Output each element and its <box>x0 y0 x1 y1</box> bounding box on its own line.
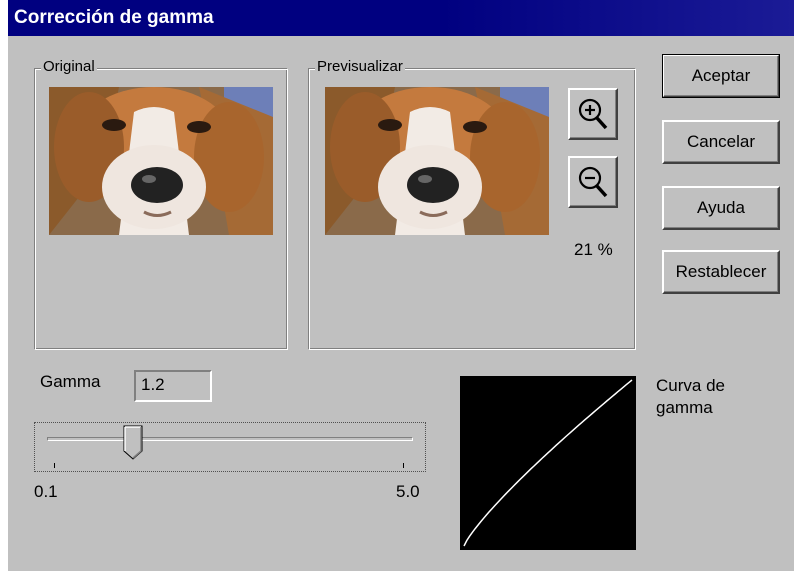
slider-thumb[interactable] <box>123 425 143 461</box>
zoom-level: 21 % <box>574 240 613 259</box>
cancel-button[interactable]: Cancelar <box>662 120 780 164</box>
gamma-correction-dialog: Corrección de gamma Original Previsualiz… <box>8 0 794 571</box>
slider-max-label: 5.0 <box>396 482 420 501</box>
curve-label-line1: Curva de <box>656 376 725 395</box>
zoom-out-button[interactable] <box>568 156 618 208</box>
zoom-in-button[interactable] <box>568 88 618 140</box>
gamma-curve-display <box>460 376 636 550</box>
help-button[interactable]: Ayuda <box>662 186 780 230</box>
slider-tick-max <box>403 463 404 468</box>
curve-label-line2: gamma <box>656 398 713 417</box>
original-group-label: Original <box>41 58 97 75</box>
preview-image <box>325 87 549 235</box>
reset-button[interactable]: Restablecer <box>662 250 780 294</box>
original-group: Original <box>34 58 288 350</box>
window-title: Corrección de gamma <box>14 7 214 28</box>
accept-button[interactable]: Aceptar <box>662 54 780 98</box>
gamma-label: Gamma <box>40 372 101 391</box>
zoom-in-icon <box>578 98 608 130</box>
original-image <box>49 87 273 235</box>
gamma-value-field[interactable]: 1.2 <box>134 370 212 402</box>
original-dog-photo <box>49 87 273 235</box>
zoom-out-icon <box>578 166 608 198</box>
gamma-curve-line <box>463 379 633 547</box>
slider-tick-min <box>54 463 55 468</box>
slider-min-label: 0.1 <box>34 482 58 501</box>
title-bar: Corrección de gamma <box>8 0 794 36</box>
gamma-slider[interactable] <box>34 422 426 472</box>
preview-dog-photo <box>325 87 549 235</box>
slider-track <box>47 437 413 441</box>
gamma-curve-plot <box>463 379 633 547</box>
preview-group-label: Previsualizar <box>315 58 405 75</box>
